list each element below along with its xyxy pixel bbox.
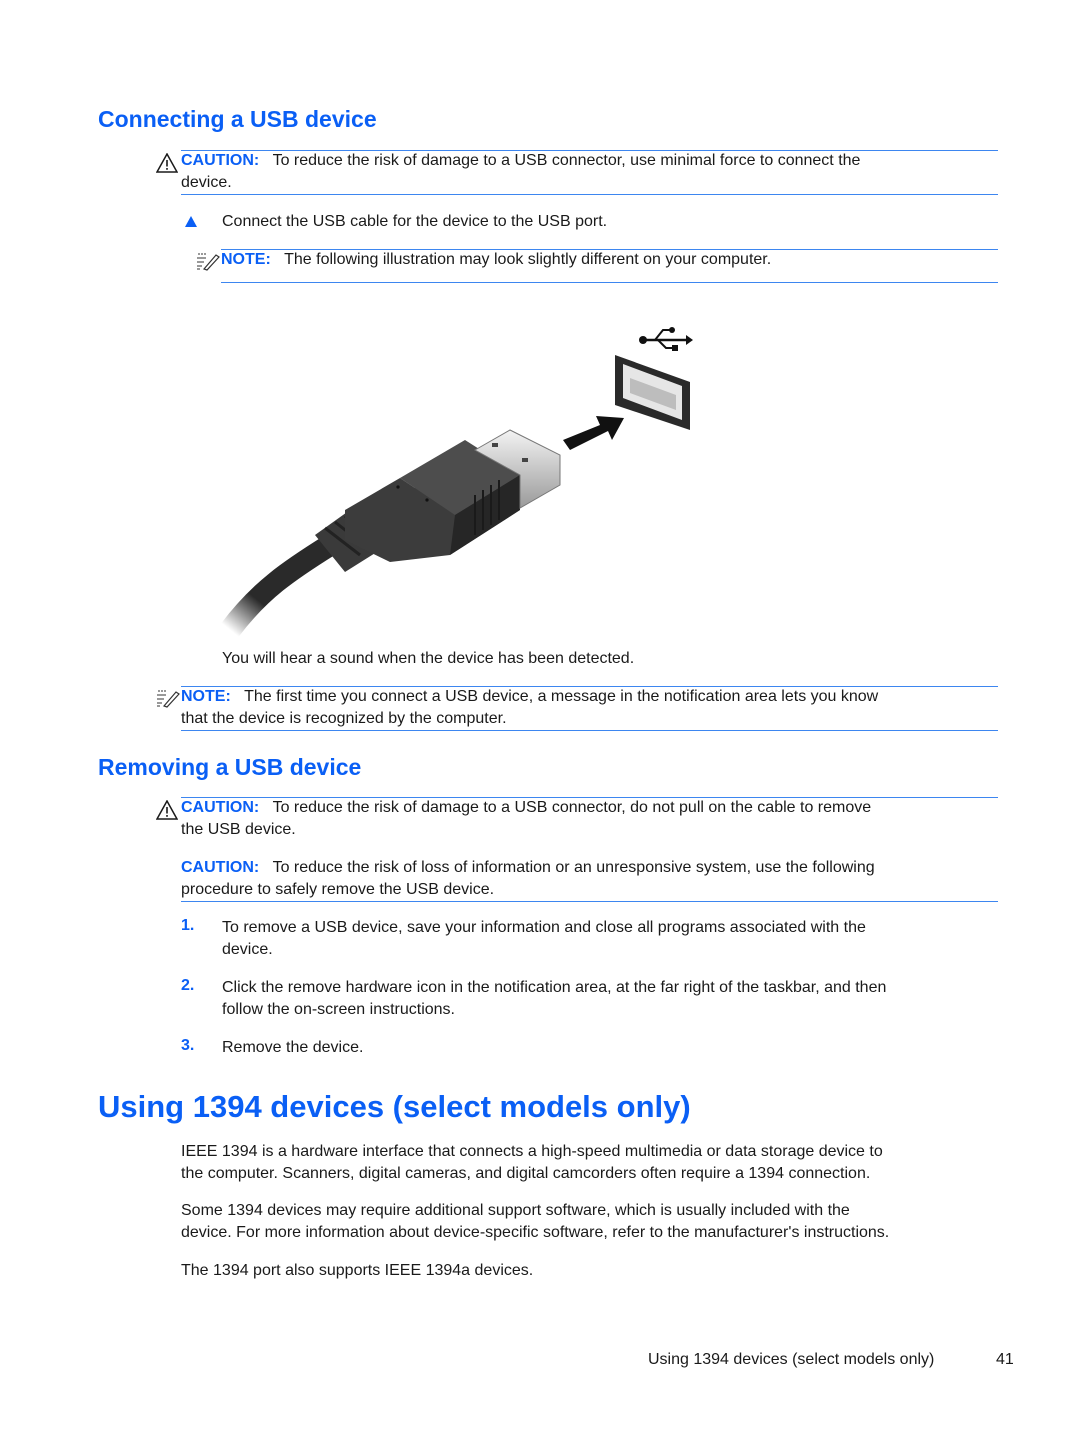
step-text: Connect the USB cable for the device to …: [222, 213, 608, 230]
note-label: NOTE:: [221, 251, 271, 268]
step-triangle-icon: [185, 216, 197, 227]
note-text: The following illustration may look slig…: [284, 251, 772, 268]
section-heading-connecting: Connecting a USB device: [98, 106, 377, 132]
step-line: device.: [222, 941, 273, 958]
step-line: follow the on-screen instructions.: [222, 1001, 455, 1018]
note2-bottom-rule: [181, 730, 998, 731]
footer-chapter-title: Using 1394 devices (select models only): [648, 1351, 935, 1368]
note2-callout: NOTE: The first time you connect a USB d…: [181, 686, 878, 730]
paragraph-1394-intro: IEEE 1394 is a hardware interface that c…: [181, 1141, 883, 1185]
note-pencil-icon: [197, 253, 220, 271]
paragraph-line: device. For more information about devic…: [181, 1224, 890, 1241]
paragraph-1394-software: Some 1394 devices may require additional…: [181, 1200, 889, 1244]
warning-icon: [156, 153, 178, 173]
caution-callout-2: CAUTION: To reduce the risk of loss of i…: [181, 857, 875, 901]
paragraph-line: Some 1394 devices may require additional…: [181, 1202, 850, 1219]
caution-text: To reduce the risk of damage to a USB co…: [272, 799, 872, 816]
paragraph-1394a: The 1394 port also supports IEEE 1394a d…: [181, 1262, 534, 1279]
step-line: To remove a USB device, save your inform…: [222, 919, 866, 936]
usb-illustration: [219, 327, 693, 640]
detected-text: You will hear a sound when the device ha…: [222, 650, 635, 667]
note-bottom-rule: [221, 282, 998, 283]
note-text-cont: that the device is recognized by the com…: [181, 710, 507, 727]
caution-text-cont: device.: [181, 174, 232, 191]
caution-label: CAUTION:: [181, 799, 260, 816]
caution-text-cont: procedure to safely remove the USB devic…: [181, 881, 495, 898]
note-label: NOTE:: [181, 688, 231, 705]
caution-label: CAUTION:: [181, 152, 260, 169]
paragraph-line: the computer. Scanners, digital cameras,…: [181, 1165, 871, 1182]
caution-label: CAUTION:: [181, 859, 260, 876]
step-number: 1.: [181, 917, 195, 934]
insert-arrow-icon: [563, 416, 624, 450]
caution-callout: CAUTION: To reduce the risk of damage to…: [181, 150, 860, 194]
caution-text-cont: the USB device.: [181, 821, 296, 838]
step-line: Click the remove hardware icon in the no…: [222, 979, 887, 996]
warning-icon: [156, 800, 178, 820]
step-text: Remove the device.: [222, 1039, 364, 1056]
usb-port: [615, 355, 690, 430]
note-pencil-icon: [157, 690, 180, 708]
note-callout: NOTE: The following illustration may loo…: [221, 249, 771, 271]
section-heading-removing: Removing a USB device: [98, 754, 362, 780]
caution-text: To reduce the risk of damage to a USB co…: [272, 152, 861, 169]
usb-symbol-icon: [639, 327, 693, 351]
paragraph-line: IEEE 1394 is a hardware interface that c…: [181, 1143, 883, 1160]
step-text: Click the remove hardware icon in the no…: [222, 977, 886, 1021]
step-number: 2.: [181, 977, 195, 994]
chapter-heading-1394: Using 1394 devices (select models only): [98, 1089, 691, 1124]
caution-callout-1: CAUTION: To reduce the risk of damage to…: [181, 797, 871, 841]
step-text: To remove a USB device, save your inform…: [222, 917, 866, 961]
note-text: The first time you connect a USB device,…: [244, 688, 879, 705]
caution-bottom-rule: [181, 194, 998, 195]
caution2-bottom-rule: [181, 901, 998, 902]
step-number: 3.: [181, 1037, 195, 1054]
page-number: 41: [996, 1351, 1014, 1368]
caution-text: To reduce the risk of loss of informatio…: [272, 859, 875, 876]
